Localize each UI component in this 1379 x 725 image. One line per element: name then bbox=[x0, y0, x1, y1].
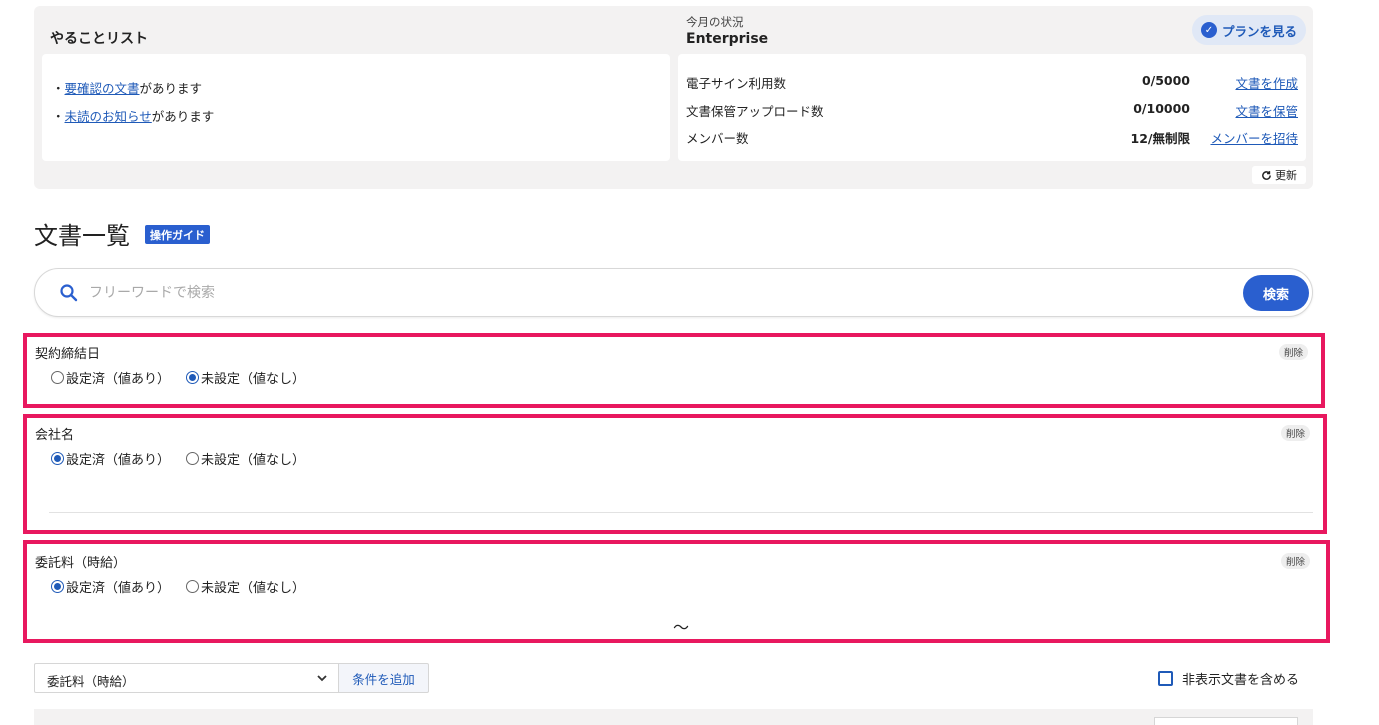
delete-filter-button[interactable]: 削除 bbox=[1279, 344, 1309, 360]
chevron-down-icon bbox=[317, 675, 327, 682]
todo-item: ・要確認の文書があります bbox=[52, 81, 203, 96]
todo-list: ・要確認の文書があります ・未読のお知らせがあります bbox=[42, 54, 670, 161]
create-document-link[interactable]: 文書を作成 bbox=[1235, 73, 1298, 92]
usage-row: メンバー数 12/無制限 メンバーを招待 bbox=[686, 128, 1298, 148]
radio-option-set[interactable]: 設定済（値あり） bbox=[51, 449, 170, 468]
radio-option-unset[interactable]: 未設定（値なし） bbox=[186, 449, 305, 468]
range-separator: ～ bbox=[673, 618, 690, 637]
include-hidden-checkbox[interactable]: 非表示文書を含める bbox=[1158, 669, 1299, 688]
month-status-label: 今月の状況 bbox=[686, 15, 744, 29]
filter-label: 会社名 bbox=[35, 428, 75, 443]
usage-row: 文書保管アップロード数 0/10000 文書を保管 bbox=[686, 101, 1298, 120]
invite-member-link[interactable]: メンバーを招待 bbox=[1210, 128, 1298, 147]
radio-option-set[interactable]: 設定済（値あり） bbox=[51, 577, 170, 596]
status-card: やることリスト ・要確認の文書があります ・未読のお知らせがあります 今月の状況… bbox=[34, 6, 1313, 189]
operation-guide-badge[interactable]: 操作ガイド bbox=[145, 225, 210, 244]
add-condition-button[interactable]: 条件を追加 bbox=[338, 663, 429, 693]
page-title: 文書一覧 bbox=[34, 222, 130, 250]
filter-company-name: 会社名 削除 設定済（値あり） 未設定（値なし） bbox=[23, 414, 1327, 534]
search-icon bbox=[60, 284, 78, 302]
radio-option-unset[interactable]: 未設定（値なし） bbox=[186, 577, 305, 596]
divider bbox=[49, 512, 1313, 513]
search-bar: 検索 bbox=[34, 268, 1313, 317]
radio-group: 設定済（値あり） 未設定（値なし） bbox=[51, 368, 305, 387]
delete-filter-button[interactable]: 削除 bbox=[1281, 425, 1311, 441]
radio-option-set[interactable]: 設定済（値あり） bbox=[51, 368, 170, 387]
radio-group: 設定済（値あり） 未設定（値なし） bbox=[51, 449, 305, 468]
radio-option-unset[interactable]: 未設定（値なし） bbox=[186, 368, 305, 387]
todo-link-unread-notices[interactable]: 未読のお知らせ bbox=[65, 109, 152, 124]
filter-label: 契約締結日 bbox=[35, 347, 101, 362]
checkbox-box[interactable] bbox=[1158, 671, 1173, 686]
radio-group: 設定済（値あり） 未設定（値なし） bbox=[51, 577, 305, 596]
plan-name: Enterprise bbox=[686, 31, 769, 47]
view-plan-button[interactable]: ✓ プランを見る bbox=[1192, 15, 1306, 45]
usage-row: 電子サイン利用数 0/5000 文書を作成 bbox=[686, 73, 1298, 92]
delete-filter-button[interactable]: 削除 bbox=[1281, 553, 1311, 569]
search-input[interactable] bbox=[89, 281, 1229, 305]
filter-fee-hourly: 委託料（時給） 削除 設定済（値あり） 未設定（値なし） ～ bbox=[23, 540, 1330, 643]
list-control[interactable] bbox=[1154, 717, 1298, 725]
filter-label: 委託料（時給） bbox=[35, 556, 127, 571]
condition-select[interactable]: 委託料（時給） bbox=[34, 663, 339, 693]
refresh-button[interactable]: 更新 bbox=[1252, 166, 1306, 184]
search-button[interactable]: 検索 bbox=[1243, 275, 1309, 311]
todo-item: ・未読のお知らせがあります bbox=[52, 109, 215, 124]
todo-title: やることリスト bbox=[50, 31, 148, 47]
refresh-icon bbox=[1262, 170, 1271, 180]
document-list-container bbox=[34, 709, 1313, 725]
store-document-link[interactable]: 文書を保管 bbox=[1235, 101, 1298, 120]
usage-panel: 電子サイン利用数 0/5000 文書を作成 文書保管アップロード数 0/1000… bbox=[678, 54, 1306, 161]
verified-badge-icon: ✓ bbox=[1200, 22, 1217, 38]
todo-link-review-docs[interactable]: 要確認の文書 bbox=[65, 81, 140, 96]
filter-contract-date: 契約締結日 削除 設定済（値あり） 未設定（値なし） bbox=[23, 333, 1325, 408]
